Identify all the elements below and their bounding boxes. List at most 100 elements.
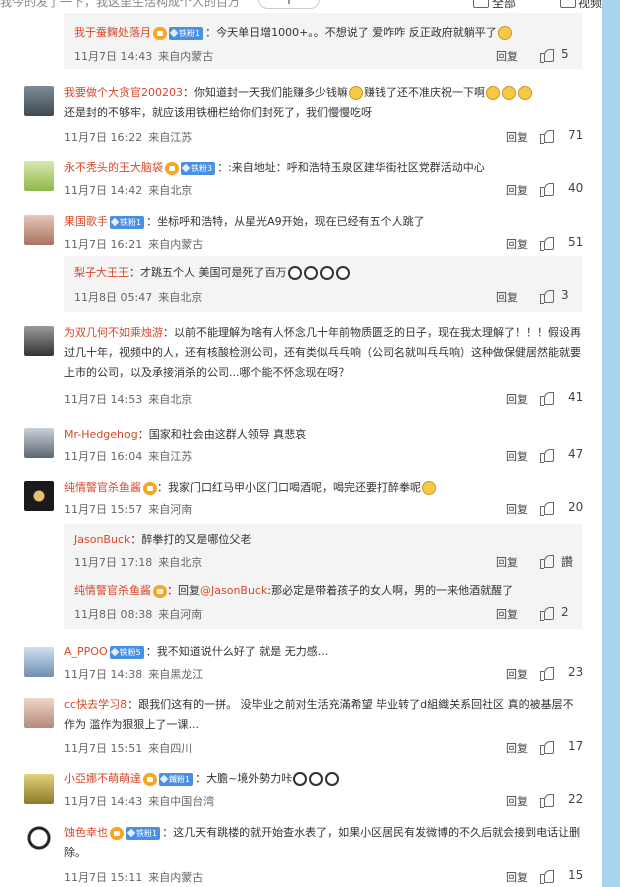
top-toolbar: 我今的发了一下，我这里生活构成个人的百万 + 全部 视频 [0,0,620,14]
avatar[interactable] [24,774,54,804]
avatar[interactable] [24,481,54,511]
comment-location: 来自内蒙古 [148,238,204,251]
comment-text-prefix: ：回复 [167,584,200,597]
like-count: 17 [568,739,584,753]
mention-link[interactable]: @JasonBuck [200,584,267,597]
comment-text: ：才跳五个人 美国可是死了百万 [129,266,287,279]
comment-date: 11月8日 05:47 [74,291,153,304]
reply-button[interactable]: 回复 [506,391,528,407]
fan-level-badge: 铁粉1 [169,26,204,40]
vip-icon [153,584,167,598]
reply-button[interactable]: 回复 [506,869,528,885]
thumbs-up-icon[interactable] [540,183,554,197]
thumbs-up-icon[interactable] [540,741,554,755]
like-count: 22 [568,792,584,806]
comment-location: 来自河南 [158,608,203,621]
comment-location: 来自河南 [148,503,193,516]
username-link[interactable]: 永不秃头的王大脑袋 [64,161,163,174]
username-link[interactable]: A_PPOO [64,645,108,658]
search-text[interactable]: 我今的发了一下，我这里生活构成个人的百万 [0,0,240,10]
vip-icon [143,481,157,495]
username-link[interactable]: JasonBuck [74,533,130,546]
reply-button[interactable]: 回复 [496,554,518,570]
panda-emoji-icon [319,266,334,280]
comment-text: ：我不知道说什么好了 就是 无力感... [145,645,329,658]
thumbs-up-icon[interactable] [540,794,554,808]
thumbs-up-icon[interactable] [540,392,554,406]
thumbs-up-icon[interactable] [540,449,554,463]
avatar[interactable] [24,698,54,728]
username-link[interactable]: 梨子大王王 [74,266,129,279]
thumbs-up-icon[interactable] [540,237,554,251]
fan-level-badge: 鐵粉1 [159,772,194,786]
username-link[interactable]: 蚀色幸也 [64,826,108,839]
reply-button[interactable]: 回复 [496,48,518,64]
comment-text: ：你知道封一天我们能赚多少钱嘛 [183,86,348,99]
like-count: 5 [561,47,569,61]
comment-date: 11月7日 16:22 [64,131,143,144]
thumbs-up-icon[interactable] [540,502,554,516]
thumbs-up-icon[interactable] [540,130,554,144]
comment-date: 11月8日 08:38 [74,608,153,621]
video-icon[interactable] [560,0,576,8]
comment-meta: 11月7日 14:42 来自北京 [64,182,192,198]
comment-text: ：坐标呼和浩特，从星光A9开始，现在已经有五个人跳了 [146,215,425,228]
add-button[interactable]: + [258,0,320,9]
thumbs-up-icon[interactable] [540,607,554,621]
reply-button[interactable]: 回复 [506,666,528,682]
like-count: 71 [568,128,584,142]
avatar[interactable] [24,86,54,116]
username-link[interactable]: 果国歌手 [64,215,108,228]
reply-button[interactable]: 回复 [506,236,528,252]
reply-button[interactable]: 回复 [506,793,528,809]
comment-text-line: 我于蚕麴处落月 铁粉1 ：今天单日增1000+。。不想说了 爱咋咋 反正政府就躺平了 [74,25,513,41]
avatar[interactable] [24,647,54,677]
comment-location: 来自江苏 [148,450,193,463]
username-link[interactable]: 我于蚕麴处落月 [74,26,151,39]
reply-button[interactable]: 回复 [506,501,528,517]
reply-button[interactable]: 回复 [506,740,528,756]
comment-text-line: 为双几何不如乘烛游：以前不能理解为啥有人怀念几十年前物质匮乏的日子，现在我太理解… [64,323,584,383]
avatar[interactable] [24,428,54,458]
comment-meta: 11月7日 16:22 来自江苏 [64,129,192,145]
username-link[interactable]: cc快去学习8 [64,698,127,711]
vip-icon [165,161,179,175]
comment-meta: 11月7日 15:51 来自四川 [64,740,192,756]
reply-box: JasonBuck：醉拳打的又是哪位父老 11月7日 17:18 来自北京 回复 … [64,524,582,629]
reply-button[interactable]: 回复 [506,448,528,464]
comment-date: 11月7日 15:57 [64,503,143,516]
comment-text-2: 赚钱了还不准庆祝一下啊 [364,86,485,99]
reply-button[interactable]: 回复 [506,182,528,198]
username-link[interactable]: 小亞娜不萌萌達 [64,772,141,785]
tab-all[interactable]: 全部 [492,0,516,11]
comment-text-line: 纯情警官杀鱼酱 ：我家门口红马甲小区门口喝酒呢，喝完还要打醉拳呢 [64,480,437,496]
avatar[interactable] [24,215,54,245]
reply-button[interactable]: 回复 [496,289,518,305]
username-link[interactable]: 我要做个大贪官200203 [64,86,183,99]
username-link[interactable]: Mr-Hedgehog [64,428,138,441]
thumbs-up-icon[interactable] [540,49,554,63]
comment-text-line: 梨子大王王：才跳五个人 美国可是死了百万 [74,265,351,281]
avatar[interactable] [24,826,54,856]
thumbs-up-icon[interactable] [540,870,554,884]
username-link[interactable]: 纯情警官杀鱼酱 [64,481,141,494]
reply-box: 我于蚕麴处落月 铁粉1 ：今天单日增1000+。。不想说了 爱咋咋 反正政府就躺平了… [64,13,582,69]
username-link[interactable]: 为双几何不如乘烛游 [64,326,163,339]
comment-text-line: cc快去学习8：跟我们这有的一拼。 没毕业之前对生活充滿希望 毕业转了d組織关系… [64,695,584,735]
comment-location: 来自北京 [158,556,203,569]
tab-video[interactable]: 视频 [578,0,602,11]
thumbs-up-icon[interactable] [540,290,554,304]
username-link[interactable]: 纯情警官杀鱼酱 [74,584,151,597]
grid-icon[interactable] [473,0,489,8]
comment-text-line: 小亞娜不萌萌達 鐵粉1 ：大膽~境外勢力咔 [64,771,340,787]
panda-emoji-icon [303,266,318,280]
reply-button[interactable]: 回复 [496,606,518,622]
thumbs-up-icon[interactable] [540,667,554,681]
avatar[interactable] [24,326,54,356]
comment-text: ：醉拳打的又是哪位父老 [130,533,252,546]
thumbs-up-icon[interactable] [540,555,554,569]
reply-button[interactable]: 回复 [506,129,528,145]
avatar[interactable] [24,161,54,191]
like-count: 2 [561,605,569,619]
comment-text-line: 纯情警官杀鱼酱 ：回复@JasonBuck:那必定是带着孩子的女人啊，男的一来他酒… [74,583,513,599]
